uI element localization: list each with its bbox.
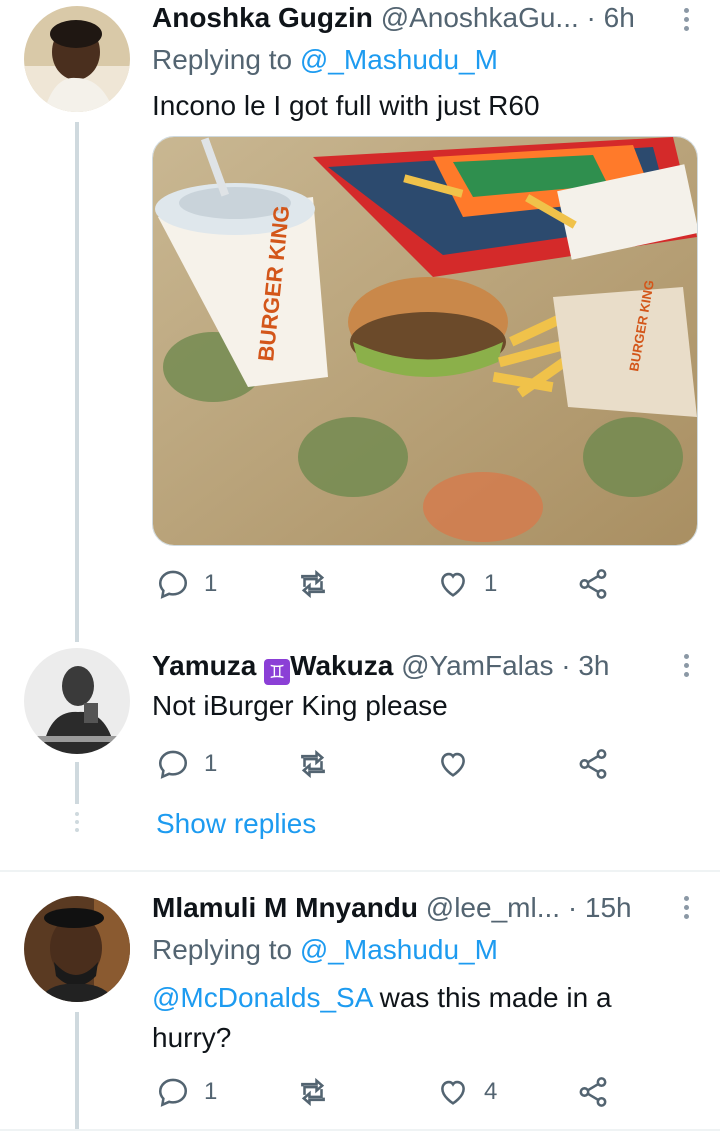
- share-button[interactable]: [576, 1072, 610, 1112]
- display-name[interactable]: Anoshka Gugzin: [152, 2, 373, 33]
- handle[interactable]: @YamFalas: [401, 650, 553, 681]
- replying-to: Replying to @_Mashudu_M: [152, 44, 498, 76]
- reply-button[interactable]: 1: [156, 1072, 217, 1112]
- reply-count: 1: [204, 570, 218, 597]
- like-count: 1: [484, 570, 498, 597]
- display-name-suffix: Wakuza: [290, 650, 394, 681]
- reply-button[interactable]: 1: [156, 564, 217, 604]
- retweet-button[interactable]: [296, 564, 344, 604]
- thread-line: [75, 122, 79, 642]
- share-icon: [579, 749, 607, 779]
- tweet-header: Yamuza ♊ Wakuza @YamFalas · 3h: [152, 650, 680, 685]
- share-icon: [579, 569, 607, 599]
- tweet-header: Anoshka Gugzin @AnoshkaGu... · 6h: [152, 2, 680, 34]
- display-name[interactable]: Mlamuli M Mnyandu: [152, 892, 418, 923]
- reply-count: 1: [204, 1078, 218, 1105]
- share-icon: [579, 1077, 607, 1107]
- replying-handle-link[interactable]: @_Mashudu_M: [300, 934, 498, 965]
- tweet-actions: 1 4: [152, 1072, 622, 1112]
- retweet-button[interactable]: [296, 744, 344, 784]
- display-name-part: Yamuza: [152, 650, 257, 681]
- tweet-actions: 1: [152, 744, 622, 784]
- tweet-header: Mlamuli M Mnyandu @lee_ml... · 15h: [152, 892, 680, 924]
- retweet-button[interactable]: [296, 1072, 344, 1112]
- more-icon[interactable]: [684, 654, 690, 681]
- timestamp[interactable]: · 6h: [587, 2, 635, 33]
- thread-line: [75, 1012, 79, 1131]
- share-button[interactable]: [576, 744, 610, 784]
- timestamp[interactable]: · 3h: [561, 650, 609, 681]
- like-button[interactable]: 1: [436, 564, 497, 604]
- heart-icon: [441, 752, 465, 777]
- divider: [0, 870, 720, 872]
- reply-button[interactable]: 1: [156, 744, 217, 784]
- mention-link[interactable]: @McDonalds_SA: [152, 982, 372, 1013]
- retweet-icon: [301, 1077, 325, 1107]
- like-count: 4: [484, 1078, 498, 1105]
- retweet-icon: [301, 569, 325, 599]
- tweet-anoshka[interactable]: Anoshka Gugzin @AnoshkaGu... · 6h Replyi…: [0, 0, 720, 642]
- avatar[interactable]: [24, 896, 130, 1002]
- like-button[interactable]: 4: [436, 1072, 497, 1112]
- reply-icon: [158, 570, 188, 599]
- like-button[interactable]: [436, 744, 484, 784]
- more-icon[interactable]: [684, 8, 690, 35]
- display-name[interactable]: Yamuza ♊ Wakuza: [152, 650, 394, 685]
- share-button[interactable]: [576, 564, 610, 604]
- replying-label: Replying to: [152, 934, 293, 965]
- reply-icon: [158, 1078, 188, 1107]
- heart-icon: [441, 572, 465, 597]
- tweet-text: @McDonalds_SA was this made in a hurry?: [152, 978, 652, 1058]
- tweet-photo[interactable]: BURGER KING BURGER KING: [152, 136, 698, 546]
- tweet-yamuza[interactable]: Yamuza ♊ Wakuza @YamFalas · 3h Not iBurge…: [0, 640, 720, 865]
- handle[interactable]: @AnoshkaGu...: [381, 2, 579, 33]
- more-icon[interactable]: [684, 896, 690, 923]
- tweet-text: Not iBurger King please: [152, 690, 448, 721]
- avatar[interactable]: [24, 6, 130, 112]
- tweet-actions: 1 1: [152, 564, 622, 604]
- replying-handle-link[interactable]: @_Mashudu_M: [300, 44, 498, 75]
- gemini-emoji: ♊: [264, 659, 291, 685]
- tweet-mlamuli[interactable]: Mlamuli M Mnyandu @lee_ml... · 15h Reply…: [0, 880, 720, 1131]
- thread-line: [75, 762, 79, 804]
- tweet-text: Incono le I got full with just R60: [152, 90, 540, 121]
- reply-count: 1: [204, 750, 218, 777]
- replying-label: Replying to: [152, 44, 293, 75]
- show-replies-link[interactable]: Show replies: [156, 808, 316, 840]
- heart-icon: [441, 1080, 465, 1105]
- replying-to: Replying to @_Mashudu_M: [152, 934, 498, 966]
- avatar[interactable]: [24, 648, 130, 754]
- reply-icon: [158, 750, 188, 779]
- retweet-icon: [301, 749, 325, 779]
- handle[interactable]: @lee_ml...: [426, 892, 560, 923]
- timestamp[interactable]: · 15h: [568, 892, 632, 923]
- thread-dots: [75, 812, 79, 832]
